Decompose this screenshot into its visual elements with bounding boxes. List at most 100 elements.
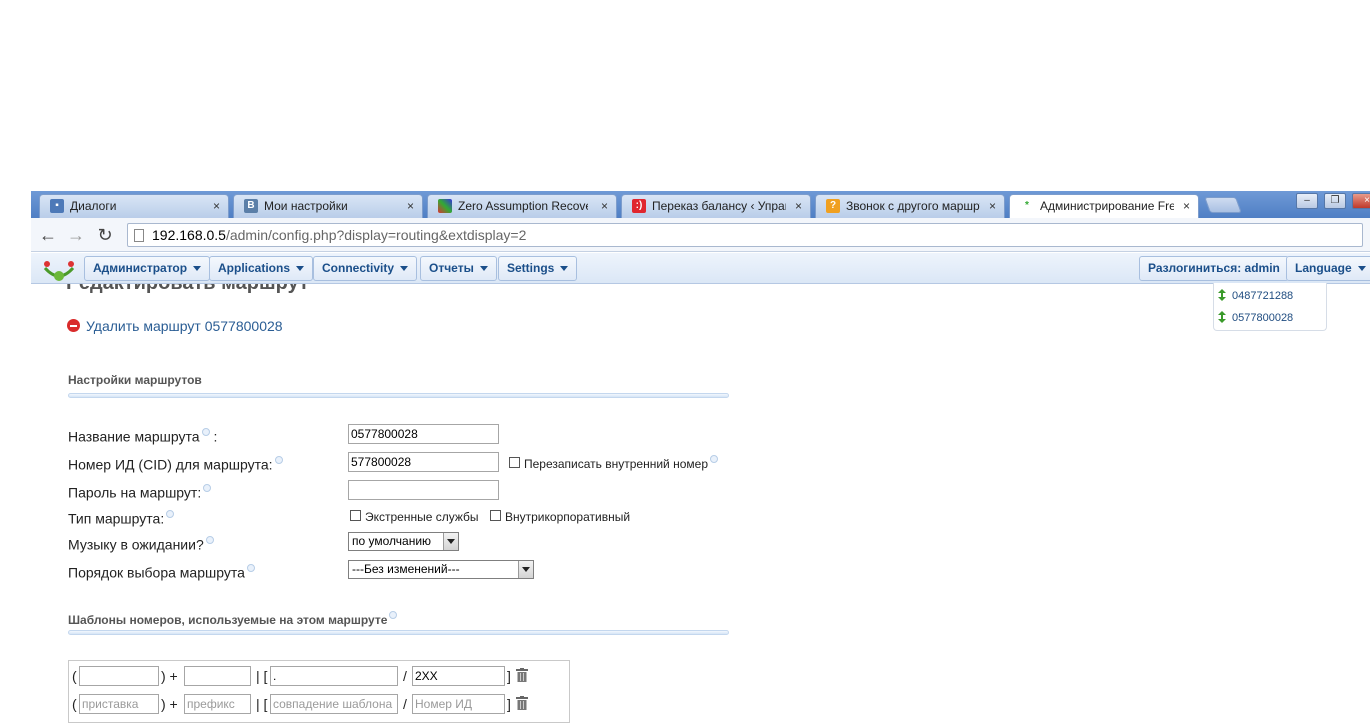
help-icon[interactable]: [274, 456, 283, 464]
browser-tab-zar[interactable]: Zero Assumption Recovery 9 ×: [427, 194, 617, 218]
route-name-input[interactable]: 0577800028: [348, 424, 499, 444]
help-icon[interactable]: [201, 428, 210, 436]
menu-admin[interactable]: Администратор: [84, 256, 211, 281]
browser-tab-freepbx[interactable]: * Администрирование FreePE ×: [1009, 194, 1199, 219]
prepend-input[interactable]: [79, 666, 159, 686]
pattern-slash: /: [403, 696, 407, 712]
close-tab-icon[interactable]: ×: [1183, 195, 1190, 217]
browser-tab-strip: ▪ Диалоги × B Мои настройки × Zero Assum…: [31, 191, 1370, 219]
chevron-down-icon: [518, 561, 533, 578]
section-divider: [68, 630, 729, 635]
trash-icon[interactable]: [516, 668, 528, 682]
pattern-slash: /: [403, 668, 407, 684]
zar-icon: [438, 199, 452, 213]
reload-icon[interactable]: ↻: [94, 224, 116, 246]
browser-toolbar: ← → ↻ 192.168.0.5/admin/config.php?displ…: [31, 218, 1370, 252]
emergency-option[interactable]: Экстренные службы: [350, 510, 479, 524]
page-icon: [134, 229, 144, 242]
url-text[interactable]: 192.168.0.5/admin/config.php?display=rou…: [152, 227, 526, 243]
help-icon[interactable]: [389, 611, 398, 619]
forward-icon[interactable]: →: [65, 224, 87, 246]
question-icon: ?: [826, 199, 840, 213]
cid-label: Номер ИД (CID) для маршрута:: [68, 456, 283, 473]
close-window-icon[interactable]: ×: [1352, 193, 1370, 209]
emergency-checkbox[interactable]: [350, 510, 361, 521]
back-icon[interactable]: ←: [37, 224, 59, 246]
route-list: 0487721288 0577800028: [1213, 283, 1327, 331]
help-icon[interactable]: [166, 510, 175, 518]
close-tab-icon[interactable]: ×: [407, 195, 414, 217]
browser-tab-call[interactable]: ? Звонок с другого маршрута ×: [815, 194, 1005, 218]
chevron-down-icon: [443, 533, 458, 550]
reorder-arrows-icon[interactable]: [1218, 311, 1226, 323]
override-extension-checkbox[interactable]: [509, 457, 520, 468]
moh-select[interactable]: по умолчанию: [348, 532, 459, 551]
cid-input[interactable]: 577800028: [348, 452, 499, 472]
route-list-item[interactable]: 0487721288: [1218, 289, 1293, 302]
delete-route-link[interactable]: Удалить маршрут 0577800028: [67, 318, 283, 334]
vk-icon: B: [244, 199, 258, 213]
route-name-label: Название маршрута :: [68, 428, 218, 445]
trash-icon[interactable]: [516, 696, 528, 710]
chevron-down-icon: [193, 266, 202, 272]
chat-icon: ▪: [50, 199, 64, 213]
prefix-input[interactable]: префикс: [184, 694, 251, 714]
help-icon[interactable]: [710, 455, 718, 463]
pattern-plus: ) +: [161, 668, 178, 684]
pattern-close-bracket: ]: [507, 696, 511, 712]
route-settings-heading: Настройки маршрутов: [68, 373, 202, 387]
chevron-down-icon: [400, 266, 409, 272]
restore-icon[interactable]: ❐: [1324, 193, 1346, 209]
pattern-close-bracket: ]: [507, 668, 511, 684]
match-pattern-input[interactable]: .: [270, 666, 398, 686]
password-label: Пароль на маршрут:: [68, 484, 212, 501]
route-type-label: Тип маршрута:: [68, 510, 175, 527]
callerid-input[interactable]: 2XX: [412, 666, 505, 686]
delete-icon: [67, 319, 80, 332]
help-icon[interactable]: [246, 564, 255, 572]
browser-tab-dialogs[interactable]: ▪ Диалоги ×: [39, 194, 229, 218]
browser-tab-my-settings[interactable]: B Мои настройки ×: [233, 194, 423, 218]
password-input[interactable]: [348, 480, 499, 500]
pattern-bracket: | [: [256, 668, 268, 684]
override-extension-option[interactable]: Перезаписать внутренний номер: [509, 455, 718, 471]
route-order-select[interactable]: ---Без изменений---: [348, 560, 534, 579]
chevron-down-icon: [560, 266, 569, 272]
smiley-icon: :): [632, 199, 646, 213]
reorder-arrows-icon[interactable]: [1218, 289, 1226, 301]
close-tab-icon[interactable]: ×: [213, 195, 220, 217]
new-tab-button[interactable]: [1204, 197, 1242, 213]
menu-applications[interactable]: Applications: [209, 256, 314, 281]
browser-tab-balance[interactable]: :) Переказ балансу ‹ Управлі ×: [621, 194, 811, 218]
help-icon[interactable]: [205, 536, 214, 544]
menu-language[interactable]: Language: [1286, 256, 1370, 281]
intracompany-checkbox[interactable]: [490, 510, 501, 521]
freepbx-logo-icon[interactable]: [39, 256, 79, 282]
close-tab-icon[interactable]: ×: [601, 195, 608, 217]
freepbx-icon: *: [1020, 199, 1034, 213]
section-divider: [68, 393, 729, 398]
chevron-down-icon: [479, 266, 488, 272]
menu-connectivity[interactable]: Connectivity: [313, 256, 418, 281]
callerid-input[interactable]: Номер ИД: [412, 694, 505, 714]
moh-label: Музыку в ожидании?: [68, 536, 214, 553]
menu-reports[interactable]: Отчеты: [420, 256, 497, 281]
prefix-input[interactable]: [184, 666, 251, 686]
prepend-input[interactable]: приставка: [79, 694, 159, 714]
route-list-item[interactable]: 0577800028: [1218, 311, 1293, 324]
dial-patterns-heading: Шаблоны номеров, используемые на этом ма…: [68, 611, 398, 627]
help-icon[interactable]: [203, 484, 212, 492]
route-order-label: Порядок выбора маршрута: [68, 564, 255, 581]
match-pattern-input[interactable]: совпадение шаблона: [270, 694, 398, 714]
menu-settings[interactable]: Settings: [498, 256, 578, 281]
minimize-icon[interactable]: –: [1296, 193, 1318, 209]
address-bar[interactable]: 192.168.0.5/admin/config.php?display=rou…: [127, 223, 1363, 247]
pattern-bracket: | [: [256, 696, 268, 712]
chevron-down-icon: [1357, 266, 1366, 272]
intracompany-option[interactable]: Внутрикорпоративный: [490, 510, 630, 524]
pattern-open-paren: (: [72, 696, 77, 712]
close-tab-icon[interactable]: ×: [989, 195, 996, 217]
logout-button[interactable]: Разлогиниться: admin: [1139, 256, 1289, 281]
freepbx-menu-bar: Администратор Applications Connectivity …: [31, 253, 1370, 284]
close-tab-icon[interactable]: ×: [795, 195, 802, 217]
